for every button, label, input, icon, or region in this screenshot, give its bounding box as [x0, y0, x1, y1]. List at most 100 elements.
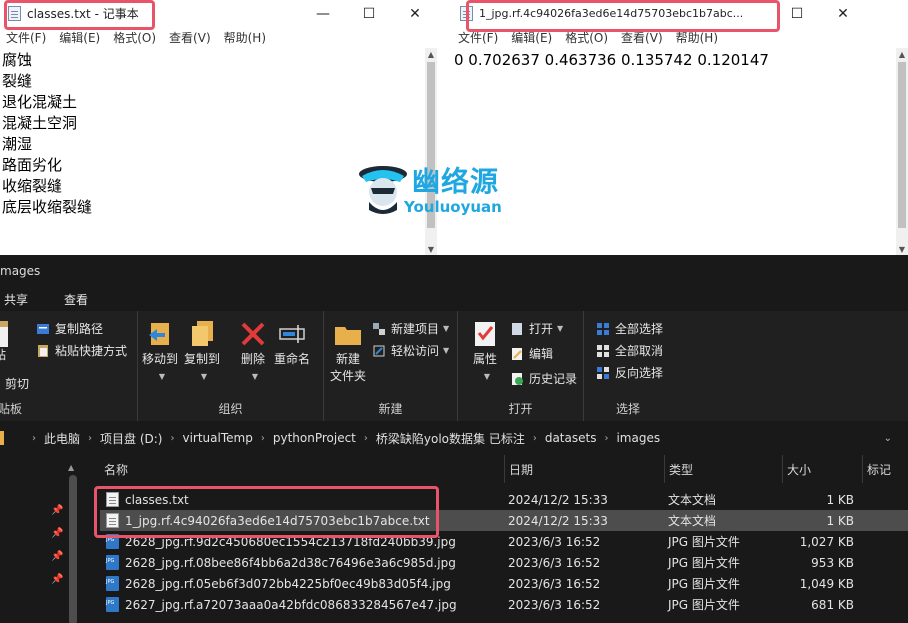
close-button[interactable]: ✕	[820, 0, 866, 27]
breadcrumb-item[interactable]: 此电脑	[44, 430, 80, 447]
minimize-button[interactable]: —	[300, 0, 346, 27]
paste-shortcut-button[interactable]: 粘贴快捷方式	[36, 342, 127, 359]
easy-access-icon	[372, 344, 386, 358]
label-line: 0 0.702637 0.463736 0.135742 0.120147	[454, 51, 769, 69]
file-size: 1 KB	[826, 492, 854, 507]
cut-button[interactable]: 剪切	[0, 375, 29, 392]
chevron-right-icon: ›	[604, 432, 609, 444]
breadcrumb-item[interactable]: 桥梁缺陷yolo数据集 已标注	[376, 430, 525, 447]
breadcrumb-item[interactable]: pythonProject	[273, 431, 356, 445]
file-type: JPG 图片文件	[668, 556, 740, 570]
chevron-down-icon[interactable]: ⌄	[884, 433, 892, 444]
column-size[interactable]: 大小	[782, 455, 862, 483]
rename-icon	[277, 319, 307, 349]
breadcrumb-item[interactable]: 项目盘 (D:)	[100, 430, 162, 447]
file-name: 2628_jpg.rf.08bee86f4bb6a2d38c76496e3a6c…	[125, 555, 456, 570]
group-label-new: 新建	[378, 402, 403, 416]
delete-icon	[238, 319, 268, 349]
breadcrumb-item[interactable]: images	[616, 431, 660, 445]
scroll-up-icon[interactable]: ▲	[68, 463, 74, 472]
image-file-icon	[106, 555, 119, 570]
file-date: 2023/6/3 16:52	[508, 534, 601, 549]
group-label-clipboard: 贴板	[0, 402, 23, 416]
text-line: 退化混凝土	[2, 93, 78, 111]
notepad-text-area[interactable]: 0 0.702637 0.463736 0.135742 0.120147	[452, 48, 896, 255]
scroll-thumb[interactable]	[69, 475, 77, 623]
maximize-button[interactable]: ☐	[346, 0, 392, 27]
group-label-open: 打开	[508, 402, 533, 416]
watermark-cn: 幽络源	[412, 165, 500, 198]
menu-format[interactable]: 格式(O)	[113, 29, 156, 46]
copy-path-button[interactable]: 复制路径	[36, 320, 103, 337]
notepad-text-area[interactable]: 腐蚀 裂缝 退化混凝土 混凝土空洞 潮湿 路面劣化 收缩裂缝 底层收缩裂缝	[0, 48, 425, 255]
delete-button[interactable]: 删除 ▼	[238, 319, 268, 385]
column-type[interactable]: 类型	[664, 455, 782, 483]
text-line: 混凝土空洞	[2, 114, 78, 132]
breadcrumb[interactable]: › 此电脑 › 项目盘 (D:) › virtualTemp › pythonP…	[0, 427, 908, 449]
new-item-button[interactable]: 新建项目 ▼	[372, 320, 449, 337]
chevron-right-icon: ›	[532, 432, 537, 444]
select-all-icon	[596, 322, 610, 336]
paste-icon	[0, 319, 10, 349]
chevron-down-icon: ▼	[483, 372, 491, 381]
breadcrumb-item[interactable]: datasets	[545, 431, 597, 445]
column-name[interactable]: 名称	[100, 455, 504, 483]
chevron-down-icon: ▼	[443, 324, 450, 333]
notepad-scrollbar[interactable]: ▲ ▼	[896, 48, 908, 255]
group-label-select: 选择	[615, 402, 640, 416]
scroll-up-icon[interactable]: ▲	[425, 48, 437, 60]
tab-view[interactable]: 查看	[64, 291, 88, 308]
edit-button[interactable]: 编辑	[510, 345, 553, 362]
table-row[interactable]: 2627_jpg.rf.a72073aaa0a42bfdc08683328456…	[100, 594, 908, 615]
scroll-up-icon[interactable]: ▲	[896, 48, 908, 60]
scroll-down-icon[interactable]: ▼	[896, 243, 908, 255]
select-all-button[interactable]: 全部选择	[596, 320, 663, 337]
table-row[interactable]: 2628_jpg.rf.05eb6f3d072bb4225bf0ec49b83d…	[100, 573, 908, 594]
breadcrumb-item[interactable]: virtualTemp	[182, 431, 252, 445]
table-row[interactable]: 2628_jpg.rf.08bee86f4bb6a2d38c76496e3a6c…	[100, 552, 908, 573]
pin-icon[interactable]: 📌	[51, 505, 63, 516]
pin-icon[interactable]: 📌	[51, 574, 63, 585]
menu-view[interactable]: 查看(V)	[169, 29, 211, 46]
paste-button[interactable]: 贴	[0, 319, 10, 364]
move-to-icon	[145, 319, 175, 349]
file-date: 2023/6/3 16:52	[508, 555, 601, 570]
image-file-icon	[106, 576, 119, 591]
file-explorer: mages 共享 查看 贴 复制路径 粘贴快捷方式 剪切 贴板 移动到 ▼ 复制…	[0, 255, 908, 623]
properties-button[interactable]: 属性 ▼	[470, 319, 500, 385]
invert-selection-button[interactable]: 反向选择	[596, 364, 663, 381]
history-icon	[510, 372, 524, 386]
scroll-down-icon[interactable]: ▼	[425, 243, 437, 255]
menu-file[interactable]: 文件(F)	[6, 29, 46, 46]
menu-edit[interactable]: 编辑(E)	[59, 29, 100, 46]
new-folder-button[interactable]: 新建 文件夹	[330, 319, 366, 385]
nav-scrollbar[interactable]: ▲	[66, 463, 80, 623]
text-line: 潮湿	[2, 135, 33, 153]
rename-button[interactable]: 重命名	[274, 319, 310, 368]
file-list: 📌 📌 📌 📌 ▲ 名称 日期 类型 大小 标记 classes.txt 202…	[0, 455, 908, 623]
select-none-button[interactable]: 全部取消	[596, 342, 663, 359]
scroll-thumb[interactable]	[898, 62, 906, 228]
file-date: 2024/12/2 15:33	[508, 492, 608, 507]
group-label-organize: 组织	[218, 402, 243, 416]
close-button[interactable]: ✕	[392, 0, 437, 27]
column-header: 名称 日期 类型 大小 标记	[100, 455, 908, 483]
pin-icon[interactable]: 📌	[51, 551, 63, 562]
ribbon-group-select: 全部选择 全部取消 反向选择 选择	[584, 311, 672, 421]
pin-icon[interactable]: 📌	[51, 528, 63, 539]
move-to-button[interactable]: 移动到 ▼	[142, 319, 178, 385]
column-tags[interactable]: 标记	[862, 455, 908, 483]
chevron-right-icon: ›	[88, 432, 93, 444]
maximize-button[interactable]: ☐	[774, 0, 820, 27]
copy-to-button[interactable]: 复制到 ▼	[184, 319, 220, 385]
notepad-scrollbar[interactable]: ▲ ▼	[425, 48, 437, 255]
easy-access-button[interactable]: 轻松访问 ▼	[372, 342, 449, 359]
column-date[interactable]: 日期	[504, 455, 664, 483]
copy-path-icon	[36, 322, 50, 336]
open-button[interactable]: 打开 ▼	[510, 320, 563, 337]
new-item-icon	[372, 322, 386, 336]
ribbon-group-organize: 移动到 ▼ 复制到 ▼ 删除 ▼ 重命名 组织	[138, 311, 324, 421]
history-button[interactable]: 历史记录	[510, 370, 577, 387]
menu-help[interactable]: 帮助(H)	[224, 29, 266, 46]
tab-share[interactable]: 共享	[4, 291, 28, 308]
